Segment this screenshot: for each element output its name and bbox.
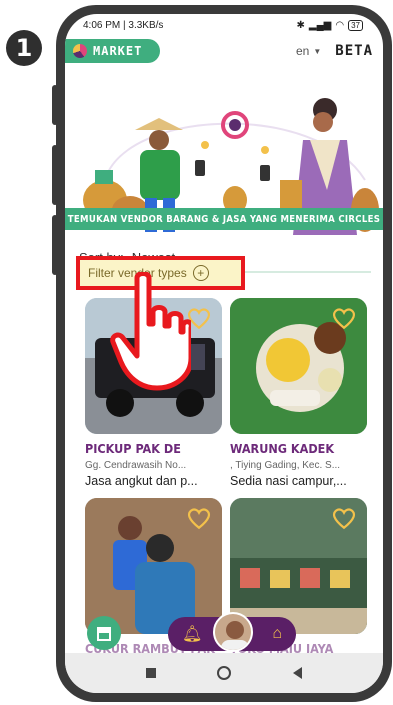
vendor-image [230, 298, 367, 434]
store-button[interactable] [87, 616, 121, 650]
plus-icon: + [192, 265, 209, 281]
favorite-heart-icon[interactable] [186, 506, 212, 530]
bluetooth-icon: ✱ [296, 19, 305, 31]
hero-banner: TEMUKAN VENDOR BARANG & JASA YANG MENERI… [65, 208, 383, 230]
status-time: 4:06 PM | 3.3KB/s [83, 19, 164, 31]
favorite-heart-icon[interactable] [331, 306, 357, 330]
signal-icon: ▂▄▆ [308, 19, 332, 31]
favorite-heart-icon[interactable] [331, 506, 357, 530]
status-bar: 4:06 PM | 3.3KB/s ✱ ▂▄▆ ◠ 37 [65, 14, 383, 36]
app-screen: 4:06 PM | 3.3KB/s ✱ ▂▄▆ ◠ 37 MARKET en ▼… [65, 14, 383, 693]
bell-icon[interactable]: 🔔︎ [182, 624, 202, 644]
phone-side-button [52, 145, 58, 205]
vendor-address: , Tiying Gading, Kec. S... [230, 460, 341, 471]
vendor-address: Gg. Cendrawasih No... [85, 460, 187, 471]
circles-logo-icon [73, 44, 87, 58]
phone-frame: 4:06 PM | 3.3KB/s ✱ ▂▄▆ ◠ 37 MARKET en ▼… [52, 5, 392, 702]
recents-icon[interactable] [145, 668, 156, 678]
pointing-hand-icon [110, 272, 191, 391]
language-selector[interactable]: en ▼ [296, 44, 321, 58]
step-number-badge: 1 [6, 30, 42, 66]
phone-side-button [52, 215, 58, 275]
vendor-description: Jasa angkut dan p... [85, 474, 198, 488]
battery-icon: 37 [348, 19, 363, 31]
home-circle-icon[interactable] [217, 666, 232, 680]
caret-down-icon: ▼ [313, 46, 322, 56]
vendor-description: Sedia nasi campur,... [230, 474, 347, 488]
vendor-card[interactable]: WARUNG KADEK , Tiying Gading, Kec. S... … [230, 298, 367, 488]
profile-avatar[interactable] [213, 612, 253, 652]
phone-side-button [52, 85, 58, 125]
hero-illustration: TEMUKAN VENDOR BARANG & JASA YANG MENERI… [65, 70, 383, 240]
brand-label: MARKET [93, 44, 143, 58]
wifi-icon: ◠ [335, 19, 345, 31]
language-value: en [296, 44, 310, 58]
beta-label: BETA [335, 43, 373, 59]
back-icon[interactable] [293, 667, 303, 679]
vendor-name: PICKUP PAK DE [85, 441, 181, 456]
vendor-name: WARUNG KADEK [230, 441, 335, 456]
vendor-image [230, 498, 367, 634]
android-nav-bar [65, 653, 383, 693]
vendor-image [85, 498, 222, 634]
store-icon [97, 627, 111, 641]
home-icon[interactable]: ⌂ [272, 625, 282, 643]
market-logo[interactable]: MARKET [65, 39, 161, 63]
app-header: MARKET en ▼ BETA [65, 36, 383, 66]
